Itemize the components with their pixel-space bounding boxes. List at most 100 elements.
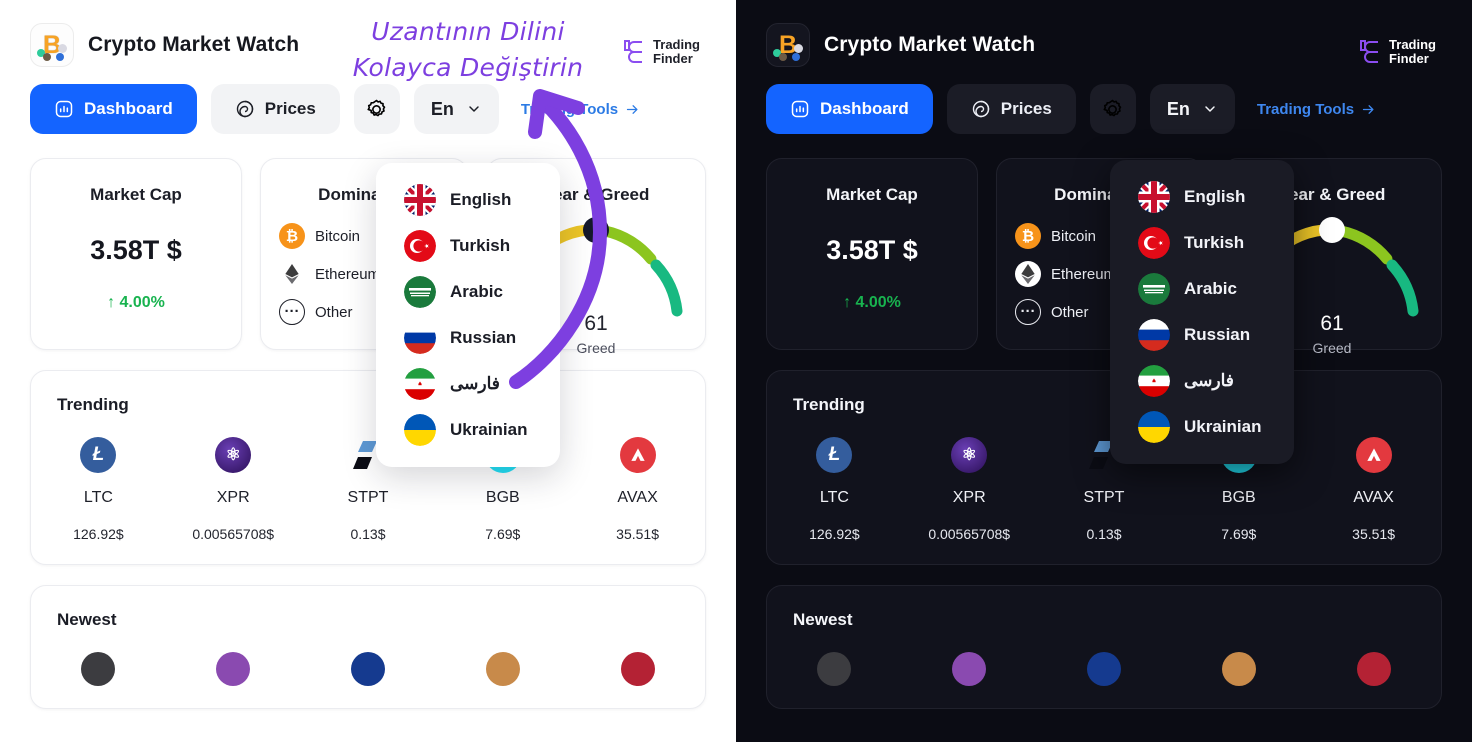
tab-dashboard[interactable]: Dashboard: [766, 84, 933, 134]
summary-cards: Market Cap 3.58T $ ↑ 4.00% Dominance ₿ Bi…: [736, 134, 1472, 356]
trending-coin-symbol: XPR: [952, 489, 986, 506]
language-option-label: English: [450, 190, 512, 209]
chart-square-icon: [791, 100, 809, 118]
screenshot-stage: B Crypto Market Watch Trading Finder Das…: [0, 0, 1472, 742]
trending-coin-symbol: LTC: [819, 489, 849, 506]
language-option-arabic[interactable]: Arabic: [376, 269, 560, 315]
language-dropdown-menu[interactable]: English Turkish Arabic Russian فارسی Ukr…: [1110, 160, 1294, 464]
flag-ir-icon: [404, 368, 436, 400]
tab-prices[interactable]: Prices: [946, 84, 1076, 134]
trending-coin-price: 0.00565708$: [928, 526, 1011, 542]
settings-button[interactable]: [353, 84, 400, 134]
newest-item[interactable]: [301, 652, 436, 686]
language-option-english[interactable]: English: [1110, 174, 1294, 220]
trending-coin[interactable]: Ł LTC 126.92$: [767, 437, 902, 542]
language-option-label: Turkish: [450, 236, 511, 255]
newest-item[interactable]: [435, 652, 570, 686]
language-selector-value: En: [1166, 98, 1190, 119]
language-option-label: Arabic: [450, 282, 503, 301]
language-selector[interactable]: En: [413, 84, 499, 134]
arrow-right-icon: [1362, 104, 1374, 114]
bitcoin-icon: ₿: [279, 223, 305, 249]
language-option-ukrainian[interactable]: Ukrainian: [1110, 404, 1294, 450]
newest-item[interactable]: [902, 652, 1037, 686]
trading-tools-label: Trading Tools: [1256, 100, 1355, 118]
newest-section: Newest: [30, 585, 706, 709]
dominance-row-label: Ethereum: [1051, 265, 1117, 283]
newest-item[interactable]: [570, 652, 705, 686]
avatar-tan-icon: [1221, 652, 1256, 686]
language-option-label: فارسی: [1184, 371, 1234, 390]
language-dropdown-menu[interactable]: English Turkish Arabic Russian فارسی Ukr…: [376, 163, 560, 467]
newest-item[interactable]: [31, 652, 166, 686]
flag-ua-icon: [404, 414, 436, 446]
newest-title: Newest: [57, 610, 117, 629]
trading-tools-link[interactable]: Trading Tools: [521, 101, 641, 118]
tab-dashboard-label: Dashboard: [820, 99, 909, 118]
language-option-label: Russian: [450, 328, 517, 347]
language-selector[interactable]: En: [1149, 84, 1235, 134]
language-option-turkish[interactable]: Turkish: [1110, 220, 1294, 266]
avatar-purple-icon: [952, 652, 987, 686]
newest-item[interactable]: [166, 652, 301, 686]
tradingfinder-logo-icon: [1360, 40, 1379, 63]
dominance-row-label: Other: [1051, 303, 1089, 321]
market-cap-value: 3.58T $: [826, 235, 918, 265]
newest-item[interactable]: [767, 652, 902, 686]
tradingfinder-brand[interactable]: Trading Finder: [1358, 38, 1436, 66]
language-option-russian[interactable]: Russian: [376, 315, 560, 361]
language-option-label: Ukrainian: [1184, 417, 1262, 436]
gear-icon: [367, 99, 386, 116]
trending-title: Trending: [57, 395, 129, 414]
language-option-ukrainian[interactable]: Ukrainian: [376, 407, 560, 453]
logo-node-brown-icon: [43, 53, 51, 61]
avatar-dark-icon: [81, 652, 116, 686]
language-option-arabic[interactable]: Arabic: [1110, 266, 1294, 312]
trending-coin-price: 126.92$: [73, 526, 124, 542]
trending-coin-symbol: STPT: [1083, 489, 1125, 506]
market-cap-card: Market Cap 3.58T $ ↑ 4.00%: [766, 158, 978, 350]
market-cap-change-value: 4.00%: [119, 294, 165, 311]
summary-cards: Market Cap 3.58T $ ↑ 4.00% Dominance ₿ Bi…: [0, 134, 736, 356]
tab-dashboard[interactable]: Dashboard: [30, 84, 197, 134]
trading-tools-label: Trading Tools: [520, 100, 619, 118]
settings-button[interactable]: [1089, 84, 1136, 134]
avalanche-icon: [1355, 437, 1392, 473]
logo-node-brown-icon: [779, 53, 787, 61]
newest-item[interactable]: [1306, 652, 1441, 686]
language-option-russian[interactable]: Russian: [1110, 312, 1294, 358]
trending-coin[interactable]: AVAX 35.51$: [570, 437, 705, 542]
tab-prices[interactable]: Prices: [210, 84, 340, 134]
main-nav: Dashboard Prices En Trading Tools: [736, 62, 1472, 134]
gauge-indicator: [583, 217, 609, 243]
newest-item[interactable]: [1037, 652, 1172, 686]
ethereum-icon: [1015, 261, 1041, 287]
trending-coin-symbol: BGB: [1221, 489, 1256, 506]
language-option-english[interactable]: English: [376, 177, 560, 223]
language-option-turkish[interactable]: Turkish: [376, 223, 560, 269]
trading-tools-link[interactable]: Trading Tools: [1257, 101, 1377, 118]
market-cap-change: ↑ 4.00%: [767, 294, 977, 312]
logo-node-blue-icon: [56, 53, 64, 61]
language-option-فارسی[interactable]: فارسی: [376, 361, 560, 407]
tradingfinder-brand[interactable]: Trading Finder: [622, 38, 700, 66]
trending-section: Trending Ł LTC 126.92$ ⚛ XPR 0.00565708$ ST…: [766, 370, 1442, 565]
ethereum-icon: [279, 261, 305, 287]
trending-coin[interactable]: ⚛ XPR 0.00565708$: [902, 437, 1037, 542]
trending-coin[interactable]: ⚛ XPR 0.00565708$: [166, 437, 301, 542]
avatar-blue-icon: [1086, 652, 1121, 686]
app-logo: B: [766, 23, 810, 67]
arrow-up-icon: ↑: [107, 294, 116, 311]
trending-coin[interactable]: AVAX 35.51$: [1306, 437, 1441, 542]
chevron-down-icon: [469, 106, 479, 112]
trending-coin-grid: Ł LTC 126.92$ ⚛ XPR 0.00565708$ STPT 0.13$ …: [767, 437, 1441, 542]
chevron-down-icon: [1205, 106, 1215, 112]
trending-coin[interactable]: Ł LTC 126.92$: [31, 437, 166, 542]
page-title: Crypto Market Watch: [824, 33, 1036, 56]
trending-title: Trending: [793, 395, 865, 414]
language-option-فارسی[interactable]: فارسی: [1110, 358, 1294, 404]
avatar-dark-icon: [817, 652, 852, 686]
flag-tr-icon: [1138, 227, 1170, 259]
newest-item[interactable]: [1171, 652, 1306, 686]
market-cap-title: Market Cap: [90, 185, 182, 204]
